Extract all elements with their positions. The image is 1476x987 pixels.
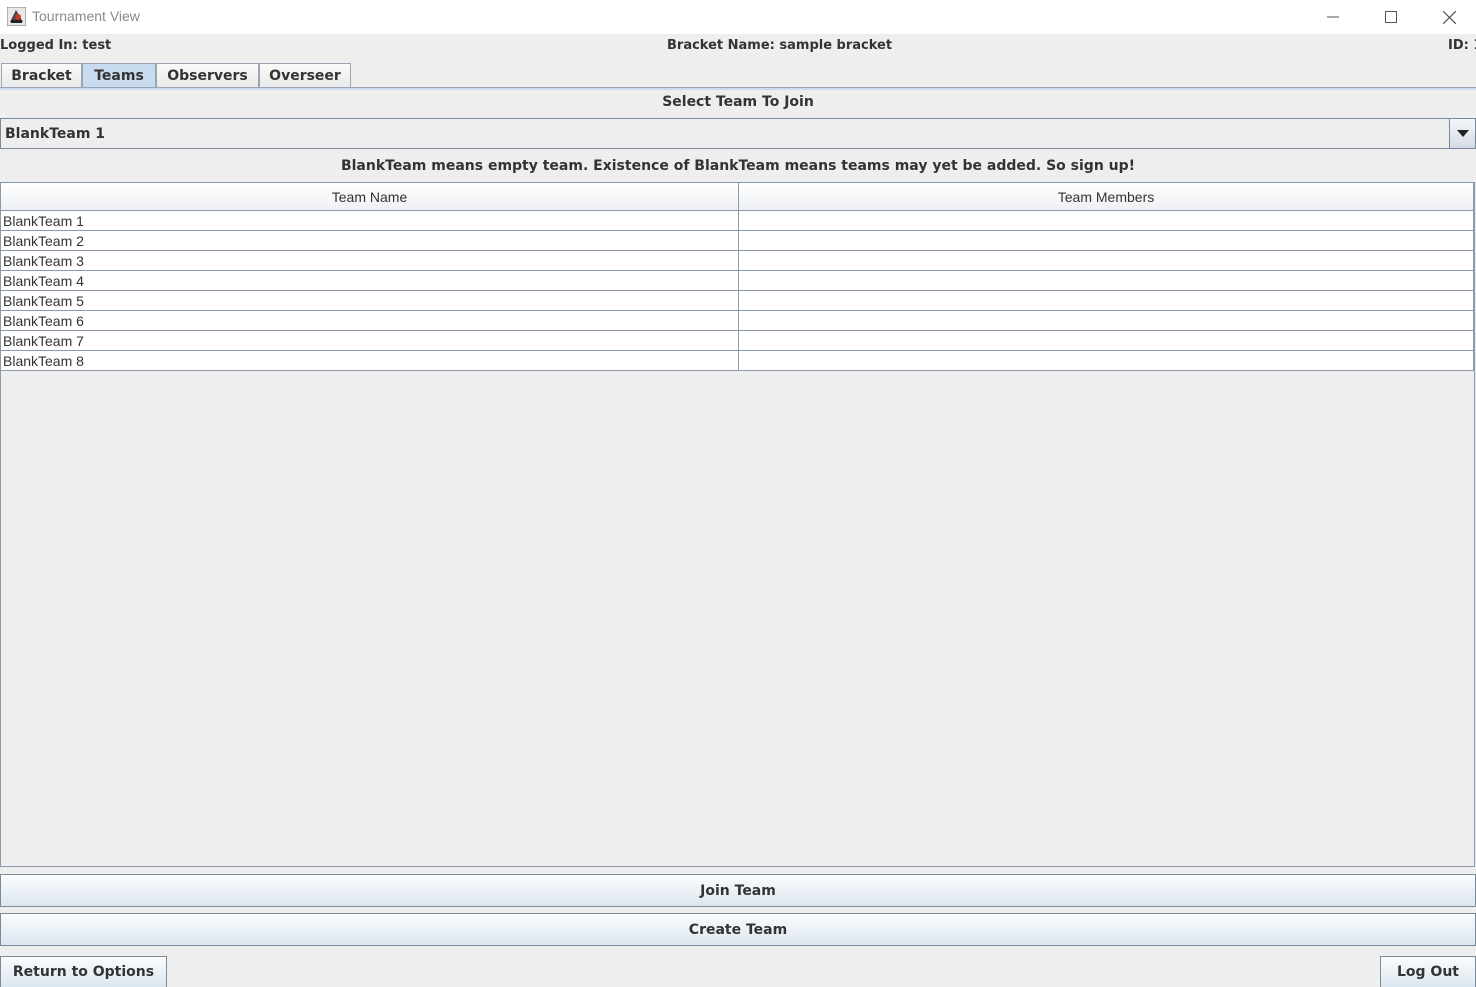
dropdown-arrow-button[interactable] xyxy=(1449,119,1475,148)
team-members-cell[interactable] xyxy=(738,230,1474,251)
team-name-cell[interactable]: BlankTeam 5 xyxy=(1,290,739,311)
tab-observers[interactable]: Observers xyxy=(156,63,259,88)
column-header-team-name[interactable]: Team Name xyxy=(1,183,739,211)
log-out-button[interactable]: Log Out xyxy=(1380,956,1476,987)
team-members-cell[interactable] xyxy=(738,290,1474,311)
team-select-dropdown[interactable]: BlankTeam 1 xyxy=(0,118,1476,149)
logged-in-label: Logged In: test xyxy=(0,38,112,53)
bracket-id-label: ID: 1 xyxy=(1448,38,1476,53)
teams-table-container: Team Name Team Members BlankTeam 1 Blank… xyxy=(0,182,1475,867)
maximize-button[interactable] xyxy=(1362,0,1420,34)
close-button[interactable] xyxy=(1420,0,1476,34)
team-name-cell[interactable]: BlankTeam 7 xyxy=(1,330,739,351)
team-members-cell[interactable] xyxy=(738,330,1474,351)
column-header-team-members[interactable]: Team Members xyxy=(738,183,1474,211)
table-row[interactable]: BlankTeam 2 xyxy=(1,230,1474,251)
team-members-cell[interactable] xyxy=(738,210,1474,231)
table-row[interactable]: BlankTeam 4 xyxy=(1,270,1474,291)
return-to-options-button[interactable]: Return to Options xyxy=(0,956,167,987)
create-team-button[interactable]: Create Team xyxy=(0,913,1476,946)
tab-underline xyxy=(0,87,1476,90)
table-row[interactable]: BlankTeam 8 xyxy=(1,350,1474,371)
team-name-cell[interactable]: BlankTeam 2 xyxy=(1,230,739,251)
table-row[interactable]: BlankTeam 1 xyxy=(1,210,1474,231)
team-name-cell[interactable]: BlankTeam 8 xyxy=(1,350,739,371)
tab-overseer[interactable]: Overseer xyxy=(259,63,351,88)
team-select-value: BlankTeam 1 xyxy=(5,126,106,142)
team-members-cell[interactable] xyxy=(738,250,1474,271)
table-row[interactable]: BlankTeam 5 xyxy=(1,290,1474,311)
team-members-cell[interactable] xyxy=(738,350,1474,371)
join-team-button[interactable]: Join Team xyxy=(0,874,1476,907)
minimize-button[interactable] xyxy=(1304,0,1362,34)
info-bar: Logged In: test Bracket Name: sample bra… xyxy=(0,37,1476,55)
tab-bracket[interactable]: Bracket xyxy=(1,63,82,88)
team-name-cell[interactable]: BlankTeam 6 xyxy=(1,310,739,331)
window-title: Tournament View xyxy=(32,8,140,24)
java-app-icon xyxy=(7,7,26,26)
team-name-cell[interactable]: BlankTeam 1 xyxy=(1,210,739,231)
table-row[interactable]: BlankTeam 3 xyxy=(1,250,1474,271)
team-members-cell[interactable] xyxy=(738,310,1474,331)
blank-team-note: BlankTeam means empty team. Existence of… xyxy=(340,158,1136,174)
table-row[interactable]: BlankTeam 7 xyxy=(1,330,1474,351)
close-icon xyxy=(1442,10,1456,24)
team-name-cell[interactable]: BlankTeam 3 xyxy=(1,250,739,271)
table-row[interactable]: BlankTeam 6 xyxy=(1,310,1474,331)
bracket-name-label: Bracket Name: sample bracket xyxy=(667,38,893,53)
team-name-cell[interactable]: BlankTeam 4 xyxy=(1,270,739,291)
maximize-icon xyxy=(1385,11,1397,23)
minimize-icon xyxy=(1327,16,1339,18)
team-members-cell[interactable] xyxy=(738,270,1474,291)
select-team-label: Select Team To Join xyxy=(662,94,814,110)
tab-teams[interactable]: Teams xyxy=(82,63,156,88)
chevron-down-icon xyxy=(1456,130,1469,137)
teams-table: Team Name Team Members BlankTeam 1 Blank… xyxy=(1,183,1474,371)
title-bar: Tournament View xyxy=(0,0,1476,34)
